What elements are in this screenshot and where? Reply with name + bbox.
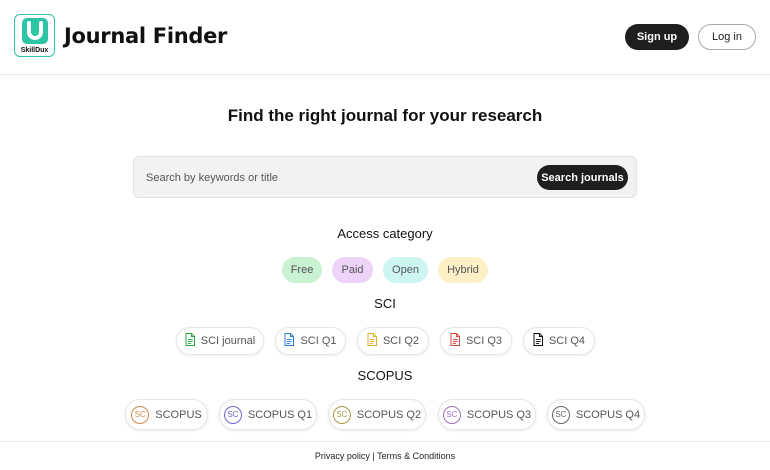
chip-label: Open (392, 264, 419, 276)
chip-open[interactable]: Open (383, 257, 428, 283)
chip-free[interactable]: Free (282, 257, 322, 283)
pill-label: SCOPUS Q3 (466, 408, 532, 421)
scopus-badge-icon: SC (551, 405, 570, 424)
sci-q3-button[interactable]: SCI Q3 (440, 327, 512, 355)
chip-label: Paid (341, 264, 364, 276)
pill-label: SCOPUS (155, 408, 202, 421)
scopus-q4-button[interactable]: SC SCOPUS Q4 (547, 399, 645, 430)
app-title: Journal Finder (64, 24, 228, 48)
sci-q2-button[interactable]: SCI Q2 (357, 327, 429, 355)
terms-link[interactable]: Terms & Conditions (377, 451, 455, 461)
pill-label: SCI Q4 (548, 335, 586, 347)
pill-label: SCI journal (200, 335, 256, 347)
sci-journal-button[interactable]: SCI journal (176, 327, 264, 355)
chip-paid[interactable]: Paid (332, 257, 373, 283)
chip-label: Free (290, 264, 314, 276)
scopus-title: SCOPUS (357, 368, 413, 383)
document-icon (185, 333, 195, 349)
scopus-button[interactable]: SC SCOPUS (125, 399, 208, 430)
skilldux-logo[interactable]: SkillDux (14, 14, 55, 57)
chip-hybrid[interactable]: Hybrid (438, 257, 488, 283)
top-header: SkillDux Journal Finder Sign up Log in (0, 0, 770, 75)
scopus-q1-button[interactable]: SC SCOPUS Q1 (219, 399, 317, 430)
footer: Privacy policy | Terms & Conditions (0, 441, 770, 470)
scopus-badge-icon: SC (223, 405, 242, 424)
sci-q1-button[interactable]: SCI Q1 (275, 327, 346, 355)
search-input[interactable] (146, 168, 526, 188)
search-journals-button[interactable]: Search journals (537, 165, 628, 190)
sci-q4-button[interactable]: SCI Q4 (523, 327, 595, 355)
login-button[interactable]: Log in (698, 24, 756, 50)
page-headline: Find the right journal for your research (227, 106, 543, 125)
privacy-policy-link[interactable]: Privacy policy (315, 451, 370, 461)
chip-label: Hybrid (447, 264, 479, 276)
search-bar: Search journals (133, 156, 637, 198)
document-icon (450, 333, 460, 349)
signup-button[interactable]: Sign up (625, 24, 689, 50)
scopus-badge-icon: SC (442, 405, 461, 424)
logo-u-icon (22, 18, 48, 44)
pill-label: SCI Q3 (465, 335, 503, 347)
scopus-q3-button[interactable]: SC SCOPUS Q3 (438, 399, 536, 430)
logo-text: SkillDux (20, 47, 49, 54)
scopus-badge-icon: SC (332, 405, 351, 424)
sci-title: SCI (374, 296, 396, 311)
access-category-title: Access category (337, 226, 433, 241)
scopus-badge-icon: SC (131, 405, 150, 424)
pill-label: SCI Q2 (382, 335, 420, 347)
pill-label: SCOPUS Q4 (575, 408, 641, 421)
pill-label: SCI Q1 (300, 335, 337, 347)
footer-separator: | (372, 451, 375, 461)
document-icon (284, 333, 295, 349)
pill-label: SCOPUS Q1 (247, 408, 313, 421)
pill-label: SCOPUS Q2 (356, 408, 422, 421)
document-icon (533, 333, 543, 349)
scopus-q2-button[interactable]: SC SCOPUS Q2 (328, 399, 426, 430)
document-icon (367, 333, 377, 349)
